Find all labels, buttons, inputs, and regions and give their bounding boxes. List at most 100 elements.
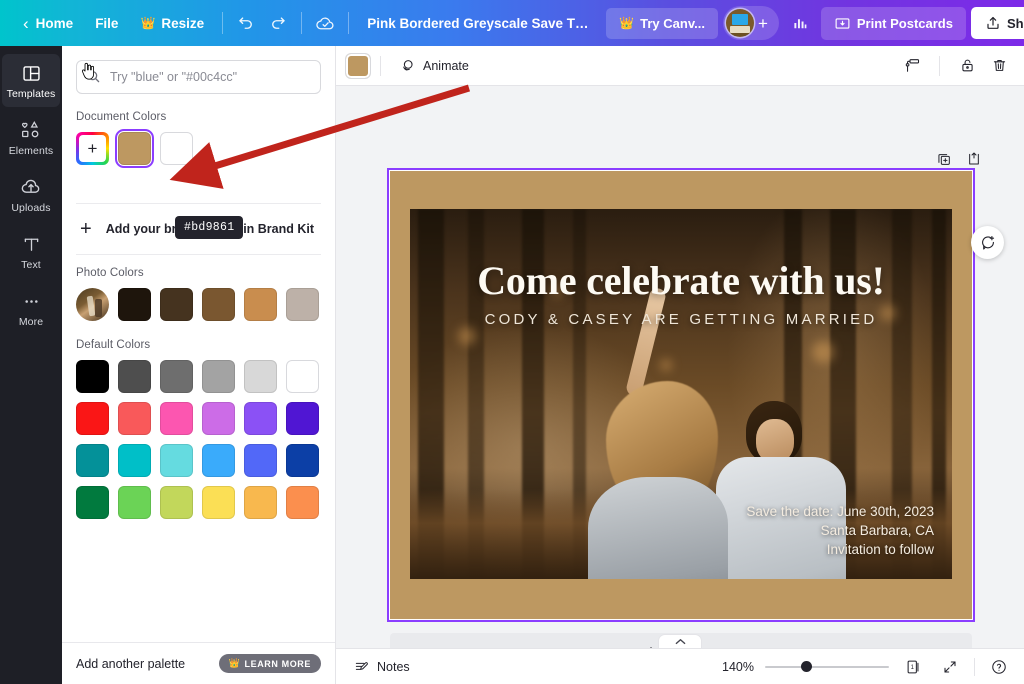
sidebar-item-more[interactable]: More <box>2 282 60 335</box>
details-text-block[interactable]: Save the date: June 30th, 2023 Santa Bar… <box>746 502 934 559</box>
document-color-swatch-tan[interactable] <box>114 128 155 169</box>
redo-button[interactable] <box>262 7 294 39</box>
photo-thumbnail[interactable] <box>76 288 109 321</box>
undo-button[interactable] <box>230 7 262 39</box>
learn-more-button[interactable]: 👑 LEARN MORE <box>218 654 321 673</box>
design-photo[interactable]: Come celebrate with us! CODY & CASEY ARE… <box>410 209 952 579</box>
expand-icon <box>944 660 956 673</box>
default-colors-row <box>76 486 321 519</box>
bokeh-light <box>458 327 476 345</box>
paint-roller-button[interactable] <box>897 52 927 80</box>
default-color-swatch[interactable] <box>76 486 109 519</box>
color-panel-body: Document Colors + #bd9861 + Add your bra… <box>62 46 335 642</box>
help-button[interactable] <box>986 655 1012 679</box>
add-page-icon <box>969 152 979 165</box>
document-color-swatch-white[interactable] <box>160 132 193 165</box>
default-color-swatch[interactable] <box>286 486 319 519</box>
subheadline-text[interactable]: CODY & CASEY ARE GETTING MARRIED <box>410 311 952 328</box>
default-color-swatch[interactable] <box>244 360 277 393</box>
default-color-swatch[interactable] <box>118 360 151 393</box>
canva-editor-window: ‹ Home File 👑 Resize Pink Bordered Greys… <box>0 0 1024 684</box>
add-comment-button[interactable] <box>971 226 1004 259</box>
trash-icon <box>993 59 1005 71</box>
plus-icon[interactable]: + <box>756 15 770 32</box>
canvas-scroll-area[interactable]: Come celebrate with us! CODY & CASEY ARE… <box>336 86 1024 684</box>
file-label: File <box>95 15 119 31</box>
default-color-swatch[interactable] <box>118 402 151 435</box>
notes-button[interactable]: Notes <box>348 655 416 679</box>
rainbow-plus-icon: + <box>87 139 98 158</box>
duplicate-page-button[interactable] <box>934 149 954 169</box>
default-color-swatch[interactable] <box>202 486 235 519</box>
collapse-panel-toggle[interactable] <box>658 634 702 648</box>
default-color-swatch[interactable] <box>286 360 319 393</box>
default-color-swatch[interactable] <box>160 402 193 435</box>
default-color-swatch[interactable] <box>286 402 319 435</box>
photo-color-swatch[interactable] <box>160 288 193 321</box>
photo-color-swatch[interactable] <box>286 288 319 321</box>
zoom-slider-knob[interactable] <box>801 661 812 672</box>
add-color-swatch[interactable]: + <box>76 132 109 165</box>
default-color-swatch[interactable] <box>202 444 235 477</box>
search-container <box>76 60 321 94</box>
default-color-swatch[interactable] <box>244 444 277 477</box>
sidebar-item-text[interactable]: Text <box>2 225 60 278</box>
photo-colors-swatches <box>76 288 321 321</box>
photo-color-swatch[interactable] <box>244 288 277 321</box>
delete-button[interactable] <box>984 52 1014 80</box>
avatar <box>725 9 754 37</box>
default-color-swatch[interactable] <box>76 360 109 393</box>
bottom-divider <box>974 657 975 676</box>
default-color-swatch[interactable] <box>202 402 235 435</box>
add-page-button[interactable] <box>964 149 984 169</box>
lock-button[interactable] <box>952 52 982 80</box>
sidebar-item-label: Uploads <box>11 202 51 214</box>
photo-color-swatch[interactable] <box>202 288 235 321</box>
sidebar-item-label: Text <box>21 259 41 271</box>
default-color-swatch[interactable] <box>160 444 193 477</box>
default-color-swatch[interactable] <box>118 486 151 519</box>
elements-shapes-icon <box>20 119 42 141</box>
zoom-slider[interactable] <box>765 660 889 674</box>
print-postcards-button[interactable]: Print Postcards <box>820 6 966 40</box>
sidebar-item-uploads[interactable]: Uploads <box>2 168 60 221</box>
collaborators-group[interactable]: + <box>722 6 779 40</box>
bokeh-light <box>812 341 834 363</box>
context-divider <box>380 55 381 76</box>
file-menu-button[interactable]: File <box>84 9 129 38</box>
default-color-swatch[interactable] <box>202 360 235 393</box>
cloud-saved-button[interactable] <box>309 7 341 39</box>
detail-line: Santa Barbara, CA <box>820 523 934 538</box>
lock-open-icon <box>961 59 973 72</box>
photo-color-swatch[interactable] <box>118 288 151 321</box>
default-color-swatch[interactable] <box>76 402 109 435</box>
share-button[interactable]: Share <box>970 7 1024 39</box>
headline-text[interactable]: Come celebrate with us! <box>410 257 952 304</box>
try-canva-pro-button[interactable]: 👑 Try Canv... <box>606 7 718 39</box>
default-color-swatch[interactable] <box>160 486 193 519</box>
resize-button[interactable]: 👑 Resize <box>129 9 215 38</box>
document-title[interactable]: Pink Bordered Greyscale Save The Date P.… <box>356 9 606 38</box>
default-color-swatch[interactable] <box>286 444 319 477</box>
design-page[interactable]: Come celebrate with us! CODY & CASEY ARE… <box>390 171 972 619</box>
top-toolbar-left: ‹ Home File 👑 Resize Pink Bordered Greys… <box>0 0 606 46</box>
bottom-bar-right: 140% 1 <box>716 655 1012 679</box>
default-color-swatch[interactable] <box>244 486 277 519</box>
default-color-swatch[interactable] <box>76 444 109 477</box>
add-another-palette-button[interactable]: Add another palette <box>76 657 185 671</box>
page-tools <box>934 149 984 169</box>
default-color-swatch[interactable] <box>244 402 277 435</box>
page-count-button[interactable]: 1 <box>900 655 926 679</box>
fullscreen-button[interactable] <box>937 655 963 679</box>
default-color-swatch[interactable] <box>118 444 151 477</box>
home-button[interactable]: ‹ Home <box>12 8 84 39</box>
selected-color-swatch[interactable] <box>346 53 370 78</box>
animate-button[interactable]: Animate <box>391 51 477 80</box>
document-colors-label: Document Colors <box>76 111 167 123</box>
default-color-swatch[interactable] <box>160 360 193 393</box>
sidebar-item-templates[interactable]: Templates <box>2 54 60 107</box>
search-input[interactable] <box>76 60 321 94</box>
insights-button[interactable] <box>784 7 816 39</box>
sidebar-item-elements[interactable]: Elements <box>2 111 60 164</box>
default-colors-grid <box>76 360 321 519</box>
